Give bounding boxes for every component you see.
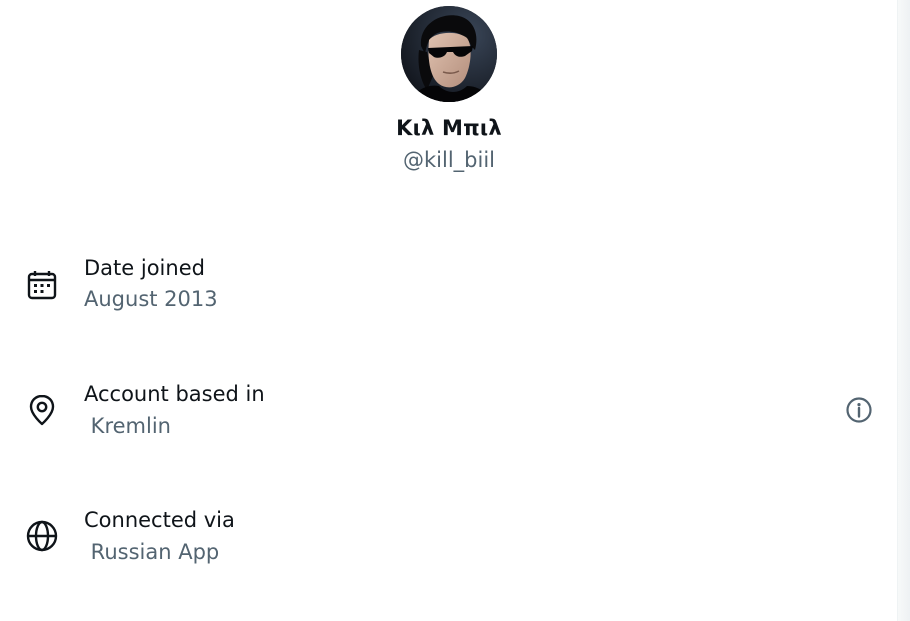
calendar-icon [24,267,60,303]
avatar[interactable] [401,6,497,102]
username-handle: @kill_biil [403,148,495,172]
display-name: Κιλ Μπιλ [396,116,502,140]
about-account-page: Κιλ Μπιλ @kill_biil Date joined August 2… [0,0,910,621]
account-based-in-value: Kremlin [84,414,171,438]
connected-via-row: Connected via Russian App [0,502,898,582]
account-based-in-row: Account based in Kremlin [0,376,898,456]
date-joined-row: Date joined August 2013 [0,250,898,330]
scrollbar-track[interactable] [897,0,910,621]
connected-via-value: Russian App [84,540,220,564]
connected-via-label: Connected via [84,508,235,532]
date-joined-label: Date joined [84,256,205,280]
account-based-in-label: Account based in [84,382,265,406]
globe-icon [24,518,60,554]
location-pin-icon [24,392,60,428]
info-circle-icon[interactable] [844,395,874,425]
avatar-image [401,6,497,102]
date-joined-value: August 2013 [84,287,218,311]
